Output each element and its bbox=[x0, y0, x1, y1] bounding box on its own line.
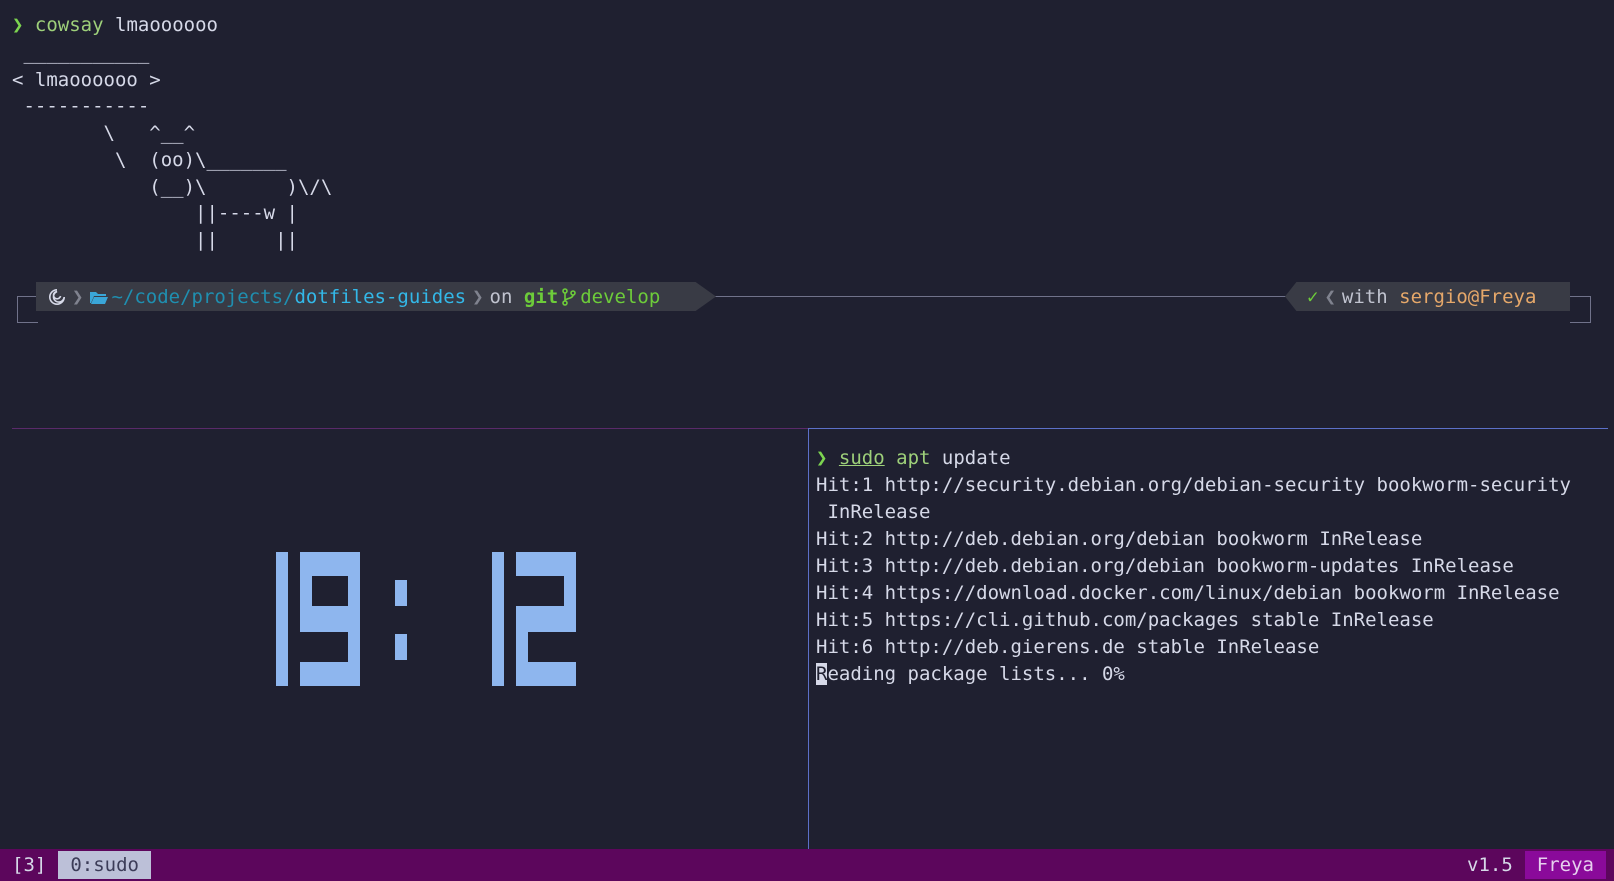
with-label: with bbox=[1341, 285, 1388, 308]
pane-divider-horizontal-left[interactable] bbox=[12, 428, 808, 429]
clock-display bbox=[276, 552, 576, 688]
git-label: git bbox=[523, 285, 559, 308]
prompt-right-segment: ✓ ❮ with sergio@Freya bbox=[1285, 282, 1570, 311]
clock-digit-1-stroke bbox=[276, 552, 288, 686]
apt-args: update bbox=[941, 447, 1011, 469]
apt-output-line: Hit:2 http://deb.debian.org/debian bookw… bbox=[816, 528, 1423, 550]
clock-digit-9-left bbox=[300, 552, 312, 606]
prompt-left-segment: ❯ ~/code/projects/dotfiles-guides ❯ on g… bbox=[36, 282, 716, 311]
prompt-arrow-icon: ❯ bbox=[12, 14, 24, 36]
window-tab-active[interactable]: 0:sudo bbox=[58, 851, 151, 879]
debian-icon bbox=[36, 288, 66, 306]
sudo-command: sudo bbox=[838, 447, 885, 469]
session-name[interactable]: [3] bbox=[0, 851, 58, 879]
clock-digit-9-bottom bbox=[300, 662, 360, 686]
cowsay-command-line: ❯ cowsay lmaoooooo bbox=[12, 12, 218, 39]
path-current-dir: dotfiles-guides bbox=[294, 285, 467, 308]
segment-separator-icon: ❮ bbox=[1324, 285, 1336, 308]
command-name: cowsay bbox=[34, 14, 104, 36]
prompt-frame-left bbox=[17, 296, 38, 323]
apt-terminal-pane[interactable]: ❯ sudo apt update Hit:1 http://security.… bbox=[816, 445, 1612, 688]
git-branch-icon bbox=[562, 287, 577, 306]
tmux-status-bar: [3] 0:sudo v1.5 Freya bbox=[0, 849, 1614, 881]
clock-colon-top bbox=[395, 580, 407, 606]
apt-command: apt bbox=[896, 447, 931, 469]
clock-digit-9-middle bbox=[300, 606, 360, 632]
path-prefix: ~/code/projects/ bbox=[111, 285, 295, 308]
version-label: v1.5 bbox=[1467, 854, 1513, 876]
user-host: sergio@Freya bbox=[1399, 285, 1537, 308]
clock-colon-bottom bbox=[395, 634, 407, 660]
on-label: on bbox=[489, 285, 513, 308]
prompt-arrow-icon: ❯ bbox=[816, 447, 828, 469]
command-argument: lmaoooooo bbox=[115, 14, 218, 36]
clock-digit-2-bottom bbox=[516, 662, 576, 686]
clock-time-text: 19:12 bbox=[12, 430, 13, 431]
pane-divider-vertical[interactable] bbox=[808, 429, 809, 849]
apt-output-line: InRelease bbox=[816, 501, 931, 523]
apt-output-line: Hit:4 https://download.docker.com/linux/… bbox=[816, 582, 1560, 604]
segment-separator-icon: ❯ bbox=[472, 285, 484, 308]
pane-divider-horizontal-right[interactable] bbox=[808, 428, 1608, 429]
apt-output-line: Hit:3 http://deb.debian.org/debian bookw… bbox=[816, 555, 1514, 577]
terminal-cursor: R bbox=[816, 663, 828, 685]
folder-open-icon bbox=[89, 289, 109, 305]
prompt-filler-line bbox=[712, 296, 1286, 297]
apt-output-line: Hit:5 https://cli.github.com/packages st… bbox=[816, 609, 1434, 631]
apt-progress-text: eading package lists... 0% bbox=[827, 663, 1125, 685]
apt-output-line: Hit:6 http://deb.gierens.de stable InRel… bbox=[816, 636, 1320, 658]
apt-output-line: Hit:1 http://security.debian.org/debian-… bbox=[816, 474, 1571, 496]
clock-digit-1b-stroke bbox=[492, 552, 504, 686]
apt-command-line: ❯ sudo apt update bbox=[816, 445, 1612, 472]
prompt-frame-right bbox=[1570, 296, 1591, 323]
top-terminal-pane[interactable]: ❯ cowsay lmaoooooo ___________ < lmaoooo… bbox=[0, 0, 1614, 428]
host-label: Freya bbox=[1524, 851, 1606, 879]
apt-progress-line: Reading package lists... 0% bbox=[816, 661, 1612, 688]
segment-separator-icon: ❯ bbox=[72, 285, 84, 308]
git-branch-name: develop bbox=[580, 285, 661, 308]
status-ok-icon: ✓ bbox=[1307, 285, 1319, 308]
cowsay-output: ___________ < lmaoooooo > ----------- \ … bbox=[12, 42, 333, 251]
